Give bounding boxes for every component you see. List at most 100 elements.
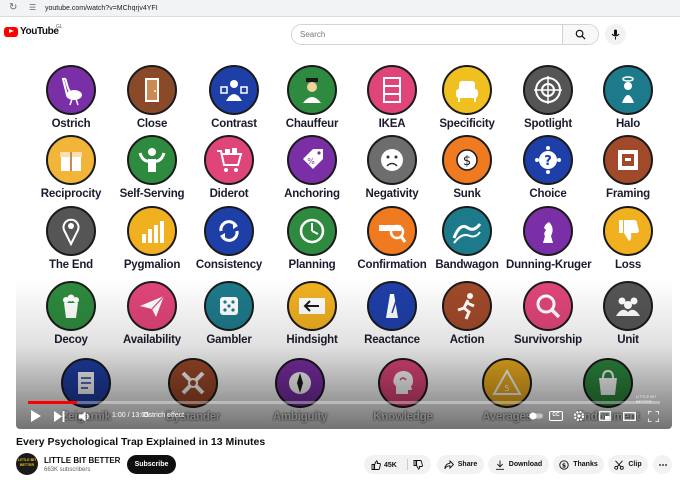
topic-tile: Spotlight xyxy=(506,65,590,130)
thanks-label: Thanks xyxy=(573,461,598,468)
miniplayer-icon xyxy=(599,411,611,421)
topic-tile: Action xyxy=(425,281,509,346)
chapter-title[interactable]: Ostrich effect xyxy=(143,412,184,419)
channel-name[interactable]: LITTLE BIT BETTER xyxy=(44,456,120,465)
like-count: 45K xyxy=(384,461,397,469)
like-divider xyxy=(407,459,408,470)
download-icon xyxy=(495,460,504,470)
thanks-button[interactable]: $ Thanks xyxy=(553,455,604,474)
topic-label: Action xyxy=(449,334,485,346)
country-code: GL xyxy=(56,24,63,30)
volume-button[interactable] xyxy=(78,409,92,423)
topic-tile: Confirmation xyxy=(350,206,434,271)
autoplay-toggle[interactable] xyxy=(529,409,543,423)
topic-label: Halo xyxy=(615,118,641,130)
driver-icon xyxy=(287,65,337,115)
share-icon xyxy=(444,459,454,469)
pin-icon xyxy=(46,206,96,256)
progress-played xyxy=(28,401,77,404)
paper-plane-icon xyxy=(127,281,177,331)
search-button[interactable] xyxy=(562,25,598,44)
frown-icon xyxy=(367,135,417,185)
search-input[interactable] xyxy=(292,25,562,44)
halo-icon xyxy=(603,65,653,115)
topic-label: Negativity xyxy=(365,188,419,200)
theater-button[interactable] xyxy=(622,409,636,423)
topic-label: Choice xyxy=(529,188,567,200)
target-icon xyxy=(523,65,573,115)
topic-tile: Gambler xyxy=(187,281,271,346)
topic-tile: % Anchoring xyxy=(270,135,354,200)
download-button[interactable]: Download xyxy=(488,455,549,474)
play-button[interactable] xyxy=(28,409,42,423)
topic-label: The End xyxy=(49,259,93,271)
group-icon xyxy=(603,281,653,331)
svg-text:%: % xyxy=(307,157,315,166)
youtube-masthead: YouTube GL xyxy=(0,17,680,52)
topic-tile: Loss xyxy=(586,206,670,271)
reload-icon[interactable]: ↻ xyxy=(9,3,19,13)
topic-label: Specificity xyxy=(439,118,495,130)
fullscreen-icon xyxy=(647,410,659,422)
next-button[interactable] xyxy=(52,409,66,423)
site-info-icon[interactable]: ☰ xyxy=(29,3,39,13)
share-button[interactable]: Share xyxy=(437,455,484,474)
topic-label: Reciprocity xyxy=(40,188,102,200)
subscriber-count: 663K subscribers xyxy=(44,467,91,473)
armchair-icon xyxy=(442,65,492,115)
topic-label: Self-Serving xyxy=(119,188,185,200)
topic-tile: Ostrich xyxy=(29,65,113,130)
topic-tile: Pygmalion xyxy=(110,206,194,271)
topic-label: Contrast xyxy=(211,118,257,130)
theater-icon xyxy=(622,411,636,421)
svg-text:$: $ xyxy=(463,154,471,169)
topic-tile: $ Sunk xyxy=(425,135,509,200)
topic-tile: Close xyxy=(110,65,194,130)
strongman-icon xyxy=(127,135,177,185)
voice-search-button[interactable] xyxy=(605,24,626,45)
clip-label: Clip xyxy=(628,461,642,468)
like-dislike-group: 45K xyxy=(364,455,431,474)
topic-tile: Contrast xyxy=(192,65,276,130)
search-icon xyxy=(523,281,573,331)
svg-text:?: ? xyxy=(544,154,552,169)
topic-label: Close xyxy=(136,118,168,130)
captions-button[interactable]: CC xyxy=(549,411,563,421)
topic-tile: Dunning-Kruger xyxy=(506,206,592,271)
topic-label: Planning xyxy=(288,259,336,271)
play-icon xyxy=(30,410,41,422)
topic-tile: Consistency xyxy=(187,206,271,271)
topic-tile: Survivorship xyxy=(506,281,590,346)
youtube-play-icon xyxy=(4,26,18,37)
gift-icon xyxy=(46,135,96,185)
settings-button[interactable]: HD xyxy=(572,409,586,423)
topic-tile: Self-Serving xyxy=(110,135,194,200)
fullscreen-button[interactable] xyxy=(646,409,660,423)
progress-bar[interactable] xyxy=(28,401,660,404)
cart-icon xyxy=(204,135,254,185)
tag-icon: % xyxy=(287,135,337,185)
subscribe-button[interactable]: Subscribe xyxy=(127,455,176,474)
channel-watermark[interactable]: LITTLE BIT BETTER xyxy=(636,394,672,404)
thumbs-up-icon xyxy=(371,460,381,470)
youtube-logo[interactable]: YouTube GL xyxy=(4,24,63,37)
clock-icon xyxy=(287,206,337,256)
more-actions-button[interactable] xyxy=(653,455,672,474)
topic-label: Unit xyxy=(617,334,639,346)
miniplayer-button[interactable] xyxy=(598,409,612,423)
growth-icon xyxy=(127,206,177,256)
magnifier-icon xyxy=(367,206,417,256)
url-text[interactable]: youtube.com/watch?v=MChqrjv4YFI xyxy=(45,5,158,12)
topic-tile: Decoy xyxy=(29,281,113,346)
logo-text: YouTube xyxy=(20,26,59,37)
clip-button[interactable]: Clip xyxy=(608,455,648,474)
topic-tile: Reactance xyxy=(350,281,434,346)
question-icon: ? xyxy=(523,135,573,185)
channel-avatar[interactable]: LITTLE BIT BETTER xyxy=(16,453,38,475)
topic-label: Spotlight xyxy=(523,118,573,130)
dislike-button[interactable] xyxy=(413,460,423,472)
arrow-back-icon xyxy=(287,281,337,331)
topic-tile: Planning xyxy=(270,206,354,271)
like-button[interactable]: 45K xyxy=(371,460,397,470)
video-player[interactable]: Ostrich Close Contrast Chauffeur IKEA Specifi… xyxy=(16,61,672,429)
